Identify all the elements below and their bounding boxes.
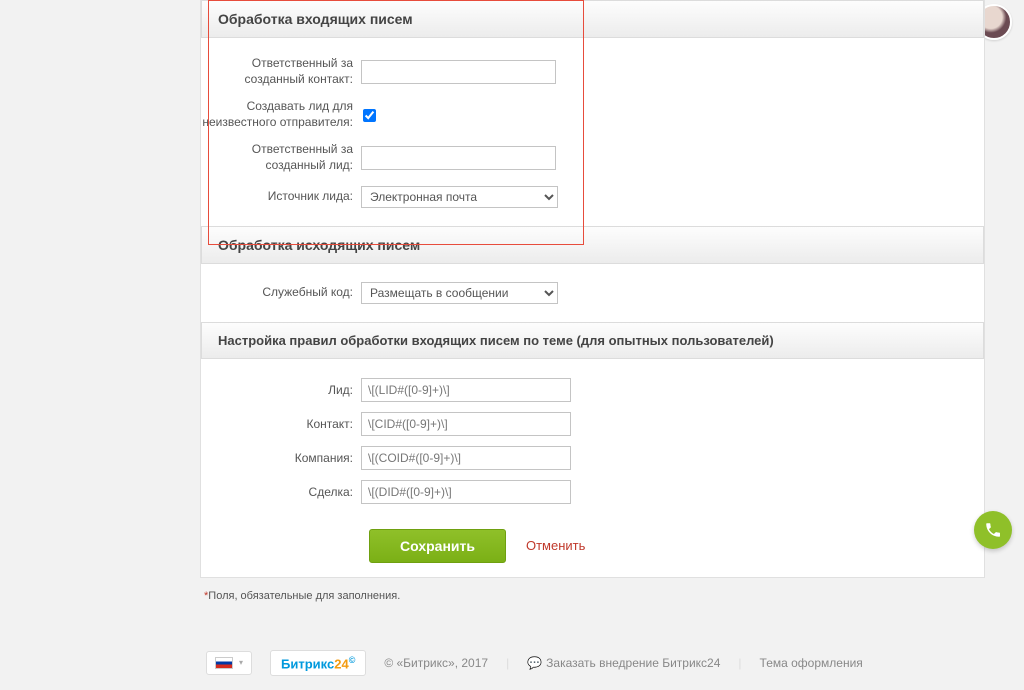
label-deal-pattern: Сделка: [201, 485, 361, 499]
label-lead-pattern: Лид: [201, 383, 361, 397]
phone-icon [984, 521, 1002, 539]
deal-pattern-input[interactable] [361, 480, 571, 504]
row-service-code: Служебный код: Размещать в сообщении [201, 276, 984, 310]
logo-sub: 24 [334, 656, 348, 671]
section-body-incoming: Ответственный за созданный контакт: Созд… [201, 38, 984, 226]
row-contact-pattern: Контакт: [201, 407, 984, 441]
lead-source-select[interactable]: Электронная почта [361, 186, 558, 208]
service-code-select[interactable]: Размещать в сообщении [361, 282, 558, 304]
cancel-button[interactable]: Отменить [526, 538, 585, 553]
section-title-advanced: Настройка правил обработки входящих писе… [218, 333, 774, 348]
row-company-pattern: Компания: [201, 441, 984, 475]
copyright-icon: © [349, 655, 356, 665]
main-content: Обработка входящих писем Ответственный з… [200, 0, 985, 690]
section-header-advanced: Настройка правил обработки входящих писе… [201, 322, 984, 359]
section-header-outgoing: Обработка исходящих писем [201, 226, 984, 264]
footer: ▾ Битрикс24© © «Битрикс», 2017 | 💬 Заказа… [200, 636, 985, 690]
row-lead-source: Источник лида: Электронная почта [201, 180, 984, 214]
section-body-outgoing: Служебный код: Размещать в сообщении [201, 264, 984, 322]
chevron-down-icon: ▾ [239, 658, 243, 667]
required-note: *Поля, обязательные для заполнения. [200, 578, 985, 618]
call-fab[interactable] [974, 511, 1012, 549]
responsible-contact-input[interactable] [361, 60, 556, 84]
logo-main: Битрикс [281, 656, 334, 671]
row-responsible-contact: Ответственный за созданный контакт: [201, 50, 984, 93]
section-header-incoming: Обработка входящих писем [201, 0, 984, 38]
adopt-text: Заказать внедрение Битрикс24 [546, 656, 720, 670]
create-lead-checkbox[interactable] [363, 109, 376, 122]
settings-panel: Обработка входящих писем Ответственный з… [200, 0, 985, 578]
label-lead-source: Источник лида: [201, 189, 361, 205]
section-title-outgoing: Обработка исходящих писем [218, 237, 420, 253]
responsible-lead-input[interactable] [361, 146, 556, 170]
copyright-text: © «Битрикс», 2017 [384, 656, 488, 670]
contact-pattern-input[interactable] [361, 412, 571, 436]
chat-icon: 💬 [527, 656, 542, 670]
row-deal-pattern: Сделка: [201, 475, 984, 509]
required-text: Поля, обязательные для заполнения. [208, 590, 400, 602]
label-company-pattern: Компания: [201, 451, 361, 465]
row-lead-pattern: Лид: [201, 373, 984, 407]
flag-ru-icon [215, 657, 233, 669]
submit-row: Сохранить Отменить [201, 509, 984, 571]
language-selector[interactable]: ▾ [206, 651, 252, 675]
label-contact-pattern: Контакт: [201, 417, 361, 431]
lead-pattern-input[interactable] [361, 378, 571, 402]
label-responsible-lead: Ответственный за созданный лид: [201, 142, 361, 173]
label-responsible-contact: Ответственный за созданный контакт: [201, 56, 361, 87]
divider: | [506, 656, 509, 670]
label-create-lead: Создавать лид для неизвестного отправите… [201, 99, 361, 130]
section-title: Обработка входящих писем [218, 11, 413, 27]
bitrix-logo[interactable]: Битрикс24© [270, 650, 366, 676]
company-pattern-input[interactable] [361, 446, 571, 470]
theme-link[interactable]: Тема оформления [760, 656, 863, 670]
row-responsible-lead: Ответственный за созданный лид: [201, 136, 984, 179]
save-button[interactable]: Сохранить [369, 529, 506, 563]
section-body-advanced: Лид: Контакт: Компания: Сделка: Сохранит… [201, 359, 984, 577]
row-create-lead: Создавать лид для неизвестного отправите… [201, 93, 984, 136]
adopt-link[interactable]: 💬 Заказать внедрение Битрикс24 [527, 656, 720, 670]
label-service-code: Служебный код: [201, 285, 361, 301]
divider: | [738, 656, 741, 670]
